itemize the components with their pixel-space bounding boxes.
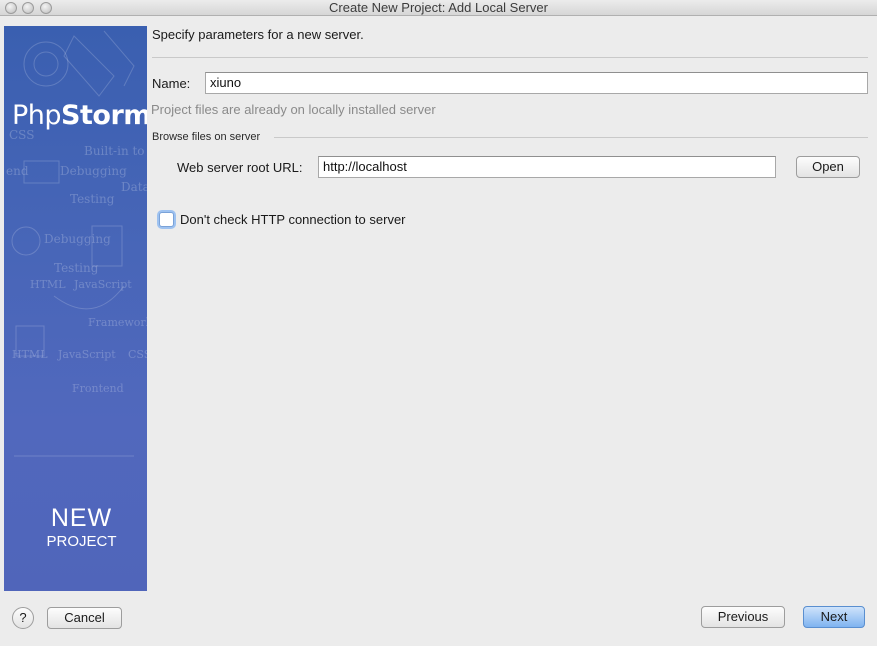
ghost-word: CSS xyxy=(128,348,147,361)
heading-divider xyxy=(152,57,868,58)
ghost-word: HTML xyxy=(30,278,66,291)
ghost-word: Data xyxy=(121,180,147,194)
help-button[interactable]: ? xyxy=(12,607,34,629)
hint-text: Project files are already on locally ins… xyxy=(151,102,436,117)
ghost-word: Framework xyxy=(88,316,147,329)
window-title: Create New Project: Add Local Server xyxy=(329,0,548,15)
title-bar: Create New Project: Add Local Server xyxy=(0,0,877,16)
url-label: Web server root URL: xyxy=(177,160,303,175)
ghost-word: JavaScript xyxy=(58,348,116,361)
ghost-word: Debugging xyxy=(44,232,111,246)
name-field[interactable]: xiuno xyxy=(205,72,868,94)
page-heading: Specify parameters for a new server. xyxy=(152,27,364,42)
no-http-check-checkbox[interactable] xyxy=(159,212,174,227)
ghost-word: Testing xyxy=(54,261,99,275)
project-label: PROJECT xyxy=(46,533,117,550)
previous-button[interactable]: Previous xyxy=(701,606,785,628)
no-http-check-label[interactable]: Don't check HTTP connection to server xyxy=(180,212,406,227)
section-title: Browse files on server xyxy=(152,131,261,143)
ghost-word: end xyxy=(6,164,29,178)
open-button[interactable]: Open xyxy=(796,156,860,178)
new-label: NEW xyxy=(50,504,113,532)
url-field[interactable]: http://localhost xyxy=(318,156,776,178)
ghost-word: JavaScript xyxy=(74,278,132,291)
cancel-button[interactable]: Cancel xyxy=(47,607,122,629)
ghost-word: HTML xyxy=(12,348,48,361)
ghost-word: Debugging xyxy=(60,164,127,178)
phpstorm-banner: CSS Built-in to end Debugging Data Testi… xyxy=(4,26,147,591)
phpstorm-logo: PhpStorm xyxy=(12,100,147,131)
section-divider xyxy=(274,137,868,138)
next-button[interactable]: Next xyxy=(803,606,865,628)
logo-light-text: Php xyxy=(12,100,62,131)
ghost-word: Testing xyxy=(70,192,115,206)
ghost-word: Built-in to xyxy=(84,144,145,158)
name-label: Name: xyxy=(152,76,191,91)
logo-bold-text: Storm xyxy=(61,100,147,131)
ghost-word: Frontend xyxy=(72,382,124,395)
